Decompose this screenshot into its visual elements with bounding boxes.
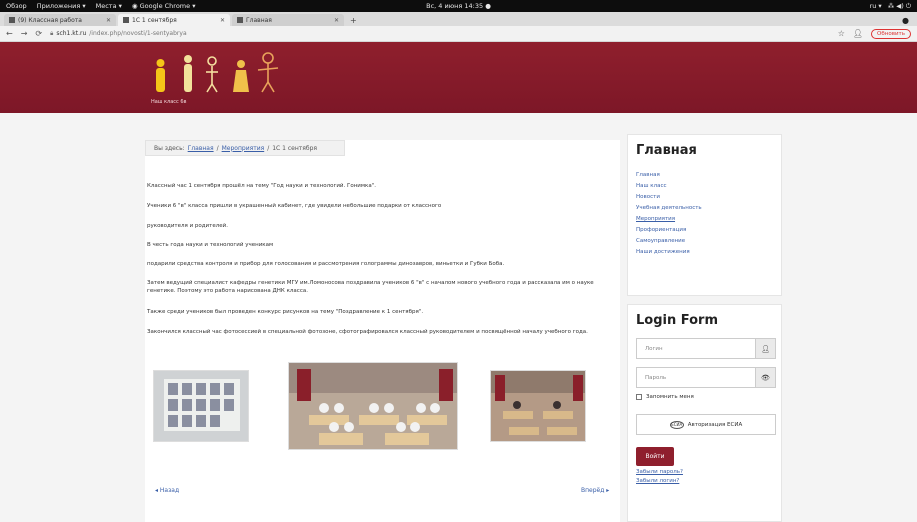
sidebar-item-events[interactable]: Мероприятия [636, 216, 781, 223]
login-module: Login Form Логин 👤︎ Пароль 👁︎ Запомнить … [627, 304, 782, 522]
os-system-tray[interactable]: ⁂ ◀) ⏻ [888, 2, 911, 11]
username-field[interactable]: Логин 👤︎ [636, 338, 776, 359]
browser-tab-classroom[interactable]: (9) Классная работа ✕ [4, 14, 116, 26]
esia-login-button[interactable]: ЕСИА Авторизация ЕСИА [636, 414, 776, 435]
sidebar-item-our-class[interactable]: Наш класс [636, 183, 781, 190]
sidebar-item-study[interactable]: Учебная деятельность [636, 205, 781, 212]
browser-tab-sept1[interactable]: 1С 1 сентября ✕ [118, 14, 230, 26]
os-places-menu[interactable]: Места ▾ [96, 2, 122, 10]
sidebar-item-news[interactable]: Новости [636, 194, 781, 201]
next-article-link[interactable]: Вперёд ▸ [581, 487, 609, 494]
user-icon: 👤︎ [755, 339, 775, 358]
sidebar-menu-module: Главная Главная Наш класс Новости Учебна… [627, 134, 782, 296]
os-top-bar: Обзор Приложения ▾ Места ▾ ◉ Google Chro… [0, 0, 917, 12]
article-paragraph: руководителя и родителей. [147, 223, 228, 229]
login-title: Login Form [636, 313, 718, 328]
forgot-login-link[interactable]: Забыли логин? [636, 478, 781, 484]
site-header: Наш класс 6в [0, 42, 917, 113]
remember-me-checkbox[interactable]: Запомнить меня [636, 394, 781, 400]
back-icon[interactable]: ← [6, 29, 13, 38]
login-button[interactable]: Войти [636, 447, 674, 466]
url-field[interactable]: 🔒︎ sch1.kt.ru/index.php/novosti/1-sentya… [50, 30, 830, 38]
article-paragraph: Ученики 6 "в" класса пришли в украшенный… [147, 203, 442, 209]
update-button[interactable]: Обновить [871, 28, 911, 39]
sidebar-item-career[interactable]: Профориентация [636, 227, 781, 234]
article-paragraph: подарили средства контроля и прибор для … [147, 261, 505, 267]
lock-icon: 🔒︎ [50, 29, 54, 37]
new-tab-icon[interactable]: + [346, 16, 361, 26]
os-apps-menu[interactable]: Приложения ▾ [37, 2, 86, 10]
sidebar-item-achievements[interactable]: Наши достижения [636, 249, 781, 256]
os-activities[interactable]: Обзор [6, 2, 27, 10]
os-chrome-menu[interactable]: ◉ Google Chrome ▾ [132, 2, 196, 10]
close-icon[interactable]: ✕ [220, 17, 225, 24]
class-logo-icon[interactable] [154, 50, 289, 105]
breadcrumb-current: 1С 1 сентября [272, 144, 318, 152]
forgot-password-link[interactable]: Забыли пароль? [636, 469, 781, 475]
article-panel: Вы здесь: Главная / Мероприятия / 1С 1 с… [145, 140, 620, 522]
browser-tab-home[interactable]: Главная ✕ [232, 14, 344, 26]
sidebar-menu-title: Главная [636, 143, 697, 158]
eye-icon[interactable]: 👁︎ [755, 368, 775, 387]
profile-icon[interactable]: 👤︎ [853, 29, 863, 38]
browser-tab-bar: (9) Классная работа ✕ 1С 1 сентября ✕ Гл… [0, 12, 917, 26]
logo-caption: Наш класс 6в [151, 99, 187, 105]
article-paragraph: В честь года науки и технологий ученикам [147, 242, 274, 248]
checkbox-box[interactable] [636, 394, 642, 400]
article-photo-classroom-wide[interactable] [288, 362, 458, 450]
article-paragraph: Закончился классный час фотосессией в сп… [147, 329, 588, 335]
article-photo-drawings[interactable] [153, 370, 249, 442]
close-icon[interactable]: ✕ [334, 17, 339, 24]
sidebar-item-self-government[interactable]: Самоуправление [636, 238, 781, 245]
os-keyboard-layout[interactable]: ru ▾ [870, 2, 882, 11]
article-photo-classroom[interactable] [490, 370, 586, 442]
tab-favicon-icon [123, 17, 129, 23]
window-controls-icon[interactable]: ● [894, 16, 917, 26]
star-icon[interactable]: ☆ [838, 29, 845, 38]
address-bar-row: ← → ⟳ 🔒︎ sch1.kt.ru/index.php/novosti/1-… [0, 26, 917, 42]
password-field[interactable]: Пароль 👁︎ [636, 367, 776, 388]
reload-icon[interactable]: ⟳ [35, 29, 42, 38]
tab-favicon-icon [237, 17, 243, 23]
tab-favicon-icon [9, 17, 15, 23]
breadcrumb: Вы здесь: Главная / Мероприятия / 1С 1 с… [145, 140, 345, 156]
os-clock[interactable]: Вс, 4 июня 14:35 ● [426, 2, 491, 10]
article-paragraph: Затем ведущий специалист кафедры генетик… [147, 280, 594, 294]
forward-icon[interactable]: → [21, 29, 28, 38]
prev-article-link[interactable]: ◂ Назад [155, 487, 179, 494]
close-icon[interactable]: ✕ [106, 17, 111, 24]
breadcrumb-home-link[interactable]: Главная [188, 145, 214, 152]
esia-logo-icon: ЕСИА [669, 420, 684, 429]
sidebar-item-home[interactable]: Главная [636, 172, 781, 179]
article-paragraph: Классный час 1 сентября прошёл на тему "… [147, 183, 376, 189]
article-paragraph: Также среди учеников был проведен конкур… [147, 309, 424, 315]
breadcrumb-section-link[interactable]: Мероприятия [222, 145, 265, 152]
